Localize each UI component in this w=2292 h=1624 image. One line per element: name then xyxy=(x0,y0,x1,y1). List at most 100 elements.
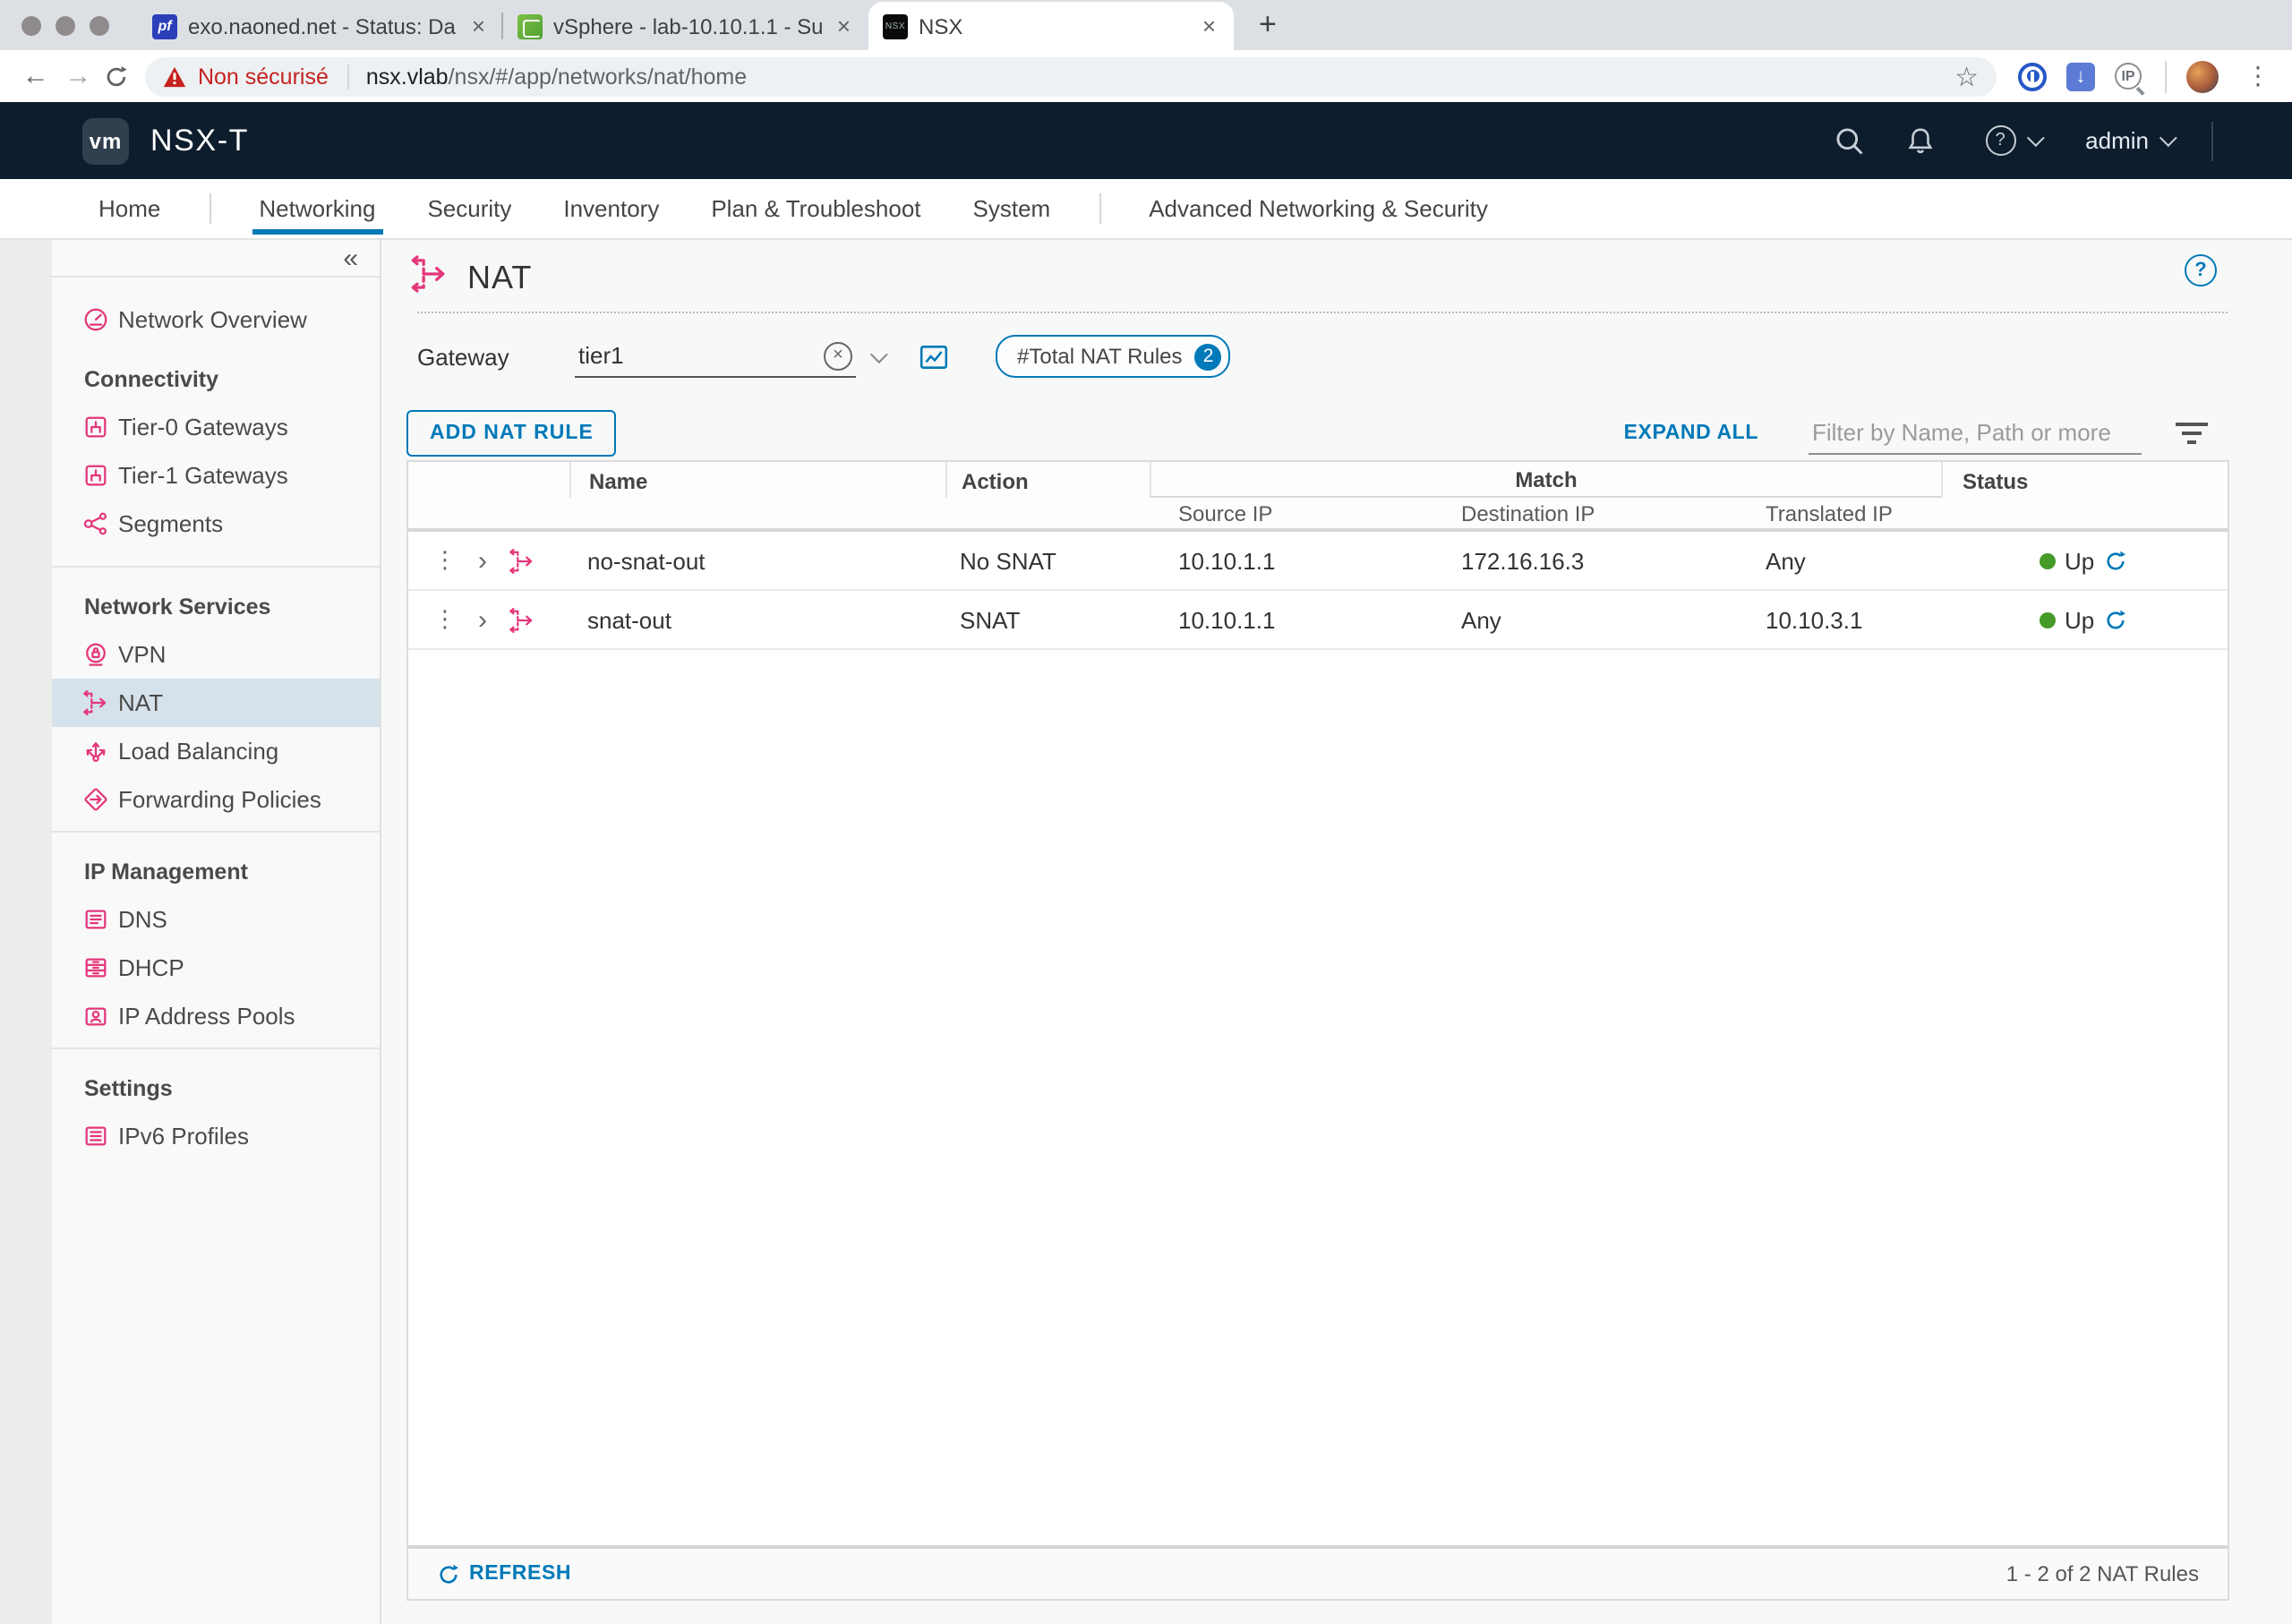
sidebar-item-dhcp[interactable]: DHCP xyxy=(52,944,380,992)
refresh-button[interactable]: REFRESH xyxy=(437,1562,571,1586)
gateway-stats-icon[interactable] xyxy=(919,341,949,372)
status-label: Up xyxy=(2065,547,2094,574)
browser-tab-vsphere[interactable]: vSphere - lab-10.10.1.1 - Summar × xyxy=(503,2,868,50)
translated-ip-column-header: Translated IP xyxy=(1737,500,2020,526)
browser-tab-strip: pf exo.naoned.net - Status: Dashbo × vSp… xyxy=(0,0,2292,50)
sidebar-item-label: Load Balancing xyxy=(118,738,278,765)
sidebar-item-segments[interactable]: Segments xyxy=(52,500,380,548)
onepassword-extension-icon[interactable] xyxy=(2018,62,2047,90)
nat-icon xyxy=(82,689,109,716)
sidebar-item-ipv6-profiles[interactable]: IPv6 Profiles xyxy=(52,1112,380,1160)
expand-all-button[interactable]: EXPAND ALL xyxy=(1624,423,1758,444)
rule-translated-ip: Any xyxy=(1737,547,2020,574)
sidebar-item-ip-address-pools[interactable]: IP Address Pools xyxy=(52,992,380,1040)
ipv6-profiles-icon xyxy=(82,1123,109,1150)
download-extension-icon[interactable]: ↓ xyxy=(2066,62,2095,90)
segments-icon xyxy=(82,510,109,537)
nav-plan-troubleshoot[interactable]: Plan & Troubleshoot xyxy=(707,179,924,238)
nav-advanced-networking[interactable]: Advanced Networking & Security xyxy=(1145,179,1492,238)
row-menu-icon[interactable]: ⋮ xyxy=(433,550,457,571)
nav-system[interactable]: System xyxy=(970,179,1055,238)
row-count-label: 1 - 2 of 2 NAT Rules xyxy=(2006,1561,2199,1586)
notifications-bell-icon[interactable] xyxy=(1904,124,1935,157)
table-empty-area xyxy=(408,650,2228,1545)
total-nat-rules-chip[interactable]: #Total NAT Rules 2 xyxy=(996,335,1231,378)
nav-networking[interactable]: Networking xyxy=(255,179,379,238)
browser-tab-nsx-active[interactable]: NSX NSX × xyxy=(868,2,1234,50)
sidebar-item-load-balancing[interactable]: Load Balancing xyxy=(52,727,380,775)
status-refresh-icon[interactable] xyxy=(2103,608,2126,631)
sidebar-divider xyxy=(52,1047,380,1049)
nat-rules-table: Name Action Match Status Source IP Desti… xyxy=(406,460,2229,1601)
address-bar[interactable]: Non sécurisé nsx.vlab /nsx/#/app/network… xyxy=(146,56,1997,96)
sidebar-divider xyxy=(52,566,380,568)
clear-selection-icon[interactable]: × xyxy=(824,341,852,370)
tab-close-icon[interactable]: × xyxy=(1199,13,1219,39)
nat-rule-icon xyxy=(509,547,535,574)
collapse-icon: « xyxy=(343,243,358,273)
reload-button[interactable] xyxy=(103,64,128,89)
sidebar-section-network-services: Network Services xyxy=(52,582,380,630)
sidebar-item-tier0-gateways[interactable]: Tier-0 Gateways xyxy=(52,403,380,451)
table-row[interactable]: ⋮ › no-snat-out No SNAT 10.10.1.1 172.16… xyxy=(408,532,2228,591)
bookmark-star-icon[interactable]: ☆ xyxy=(1954,60,1979,92)
status-up-dot xyxy=(2040,611,2056,628)
back-button[interactable]: ← xyxy=(14,61,57,91)
status-refresh-icon[interactable] xyxy=(2103,549,2126,572)
ip-ring: IP xyxy=(2115,63,2142,90)
new-tab-button[interactable]: + xyxy=(1252,7,1284,50)
search-icon[interactable] xyxy=(1833,124,1865,157)
window-zoom-button[interactable] xyxy=(90,15,109,35)
app-body: « Network Overview Connectivity Tier-0 G… xyxy=(0,240,2292,1624)
sidebar-section-ip-management: IP Management xyxy=(52,847,380,895)
rule-destination-ip: Any xyxy=(1432,606,1737,633)
gauge-icon xyxy=(82,306,109,333)
status-up-dot xyxy=(2040,552,2056,568)
sidebar-menu: Network Overview Connectivity Tier-0 Gat… xyxy=(52,278,380,1160)
gateway-select[interactable]: tier1 × xyxy=(575,336,856,377)
gateway-chevron-down-icon[interactable] xyxy=(870,345,888,363)
help-chevron-down-icon xyxy=(2026,129,2044,147)
nav-home[interactable]: Home xyxy=(95,179,164,238)
table-row[interactable]: ⋮ › snat-out SNAT 10.10.1.1 Any 10.10.3.… xyxy=(408,591,2228,650)
sidebar-item-label: VPN xyxy=(118,641,166,668)
forward-button[interactable]: → xyxy=(57,61,100,91)
profile-avatar[interactable] xyxy=(2186,60,2219,92)
row-expand-chevron-icon[interactable]: › xyxy=(478,604,487,635)
main-content: NAT ? Gateway tier1 × #Total NAT Rules 2 xyxy=(381,240,2292,1624)
url-path: /nsx/#/app/networks/nat/home xyxy=(449,64,748,89)
user-menu[interactable]: admin xyxy=(2085,127,2149,154)
url-host: nsx.vlab xyxy=(366,64,449,89)
filter-input[interactable] xyxy=(1809,413,2142,454)
filter-icon[interactable] xyxy=(2176,423,2208,444)
browser-tab-exo[interactable]: pf exo.naoned.net - Status: Dashbo × xyxy=(138,2,503,50)
window-minimize-button[interactable] xyxy=(56,15,75,35)
sidebar-item-nat[interactable]: NAT xyxy=(52,679,380,727)
total-nat-rules-count-badge: 2 xyxy=(1195,343,1222,370)
add-nat-rule-button[interactable]: ADD NAT RULE xyxy=(406,410,617,457)
rule-name: snat-out xyxy=(569,606,945,633)
sidebar-collapse-button[interactable]: « xyxy=(52,240,380,278)
sidebar-item-network-overview[interactable]: Network Overview xyxy=(52,295,380,344)
row-expand-chevron-icon[interactable]: › xyxy=(478,545,487,576)
sidebar-item-forwarding-policies[interactable]: Forwarding Policies xyxy=(52,775,380,824)
tab-close-icon[interactable]: × xyxy=(468,13,489,39)
window-close-button[interactable] xyxy=(21,15,41,35)
row-menu-icon[interactable]: ⋮ xyxy=(433,609,457,630)
tab-close-icon[interactable]: × xyxy=(834,13,854,39)
primary-nav: Home Networking Security Inventory Plan … xyxy=(0,179,2292,240)
sidebar-item-dns[interactable]: DNS xyxy=(52,895,380,944)
sidebar-item-vpn[interactable]: VPN xyxy=(52,630,380,679)
help-icon[interactable]: ? xyxy=(1985,125,2015,156)
page-help-icon[interactable]: ? xyxy=(2185,254,2217,286)
nav-inventory[interactable]: Inventory xyxy=(560,179,663,238)
ip-lookup-extension-icon[interactable]: IP xyxy=(2115,63,2145,90)
table-header: Name Action Match Status Source IP Desti… xyxy=(408,462,2228,532)
screenshot-root: pf exo.naoned.net - Status: Dashbo × vSp… xyxy=(0,0,2292,1622)
nav-security[interactable]: Security xyxy=(423,179,515,238)
sidebar-item-tier1-gateways[interactable]: Tier-1 Gateways xyxy=(52,451,380,500)
not-secure-label: Non sécurisé xyxy=(198,64,329,89)
rule-name: no-snat-out xyxy=(569,547,945,574)
page-title-row: NAT xyxy=(410,254,2263,301)
browser-menu-icon[interactable]: ⋮ xyxy=(2238,61,2278,91)
